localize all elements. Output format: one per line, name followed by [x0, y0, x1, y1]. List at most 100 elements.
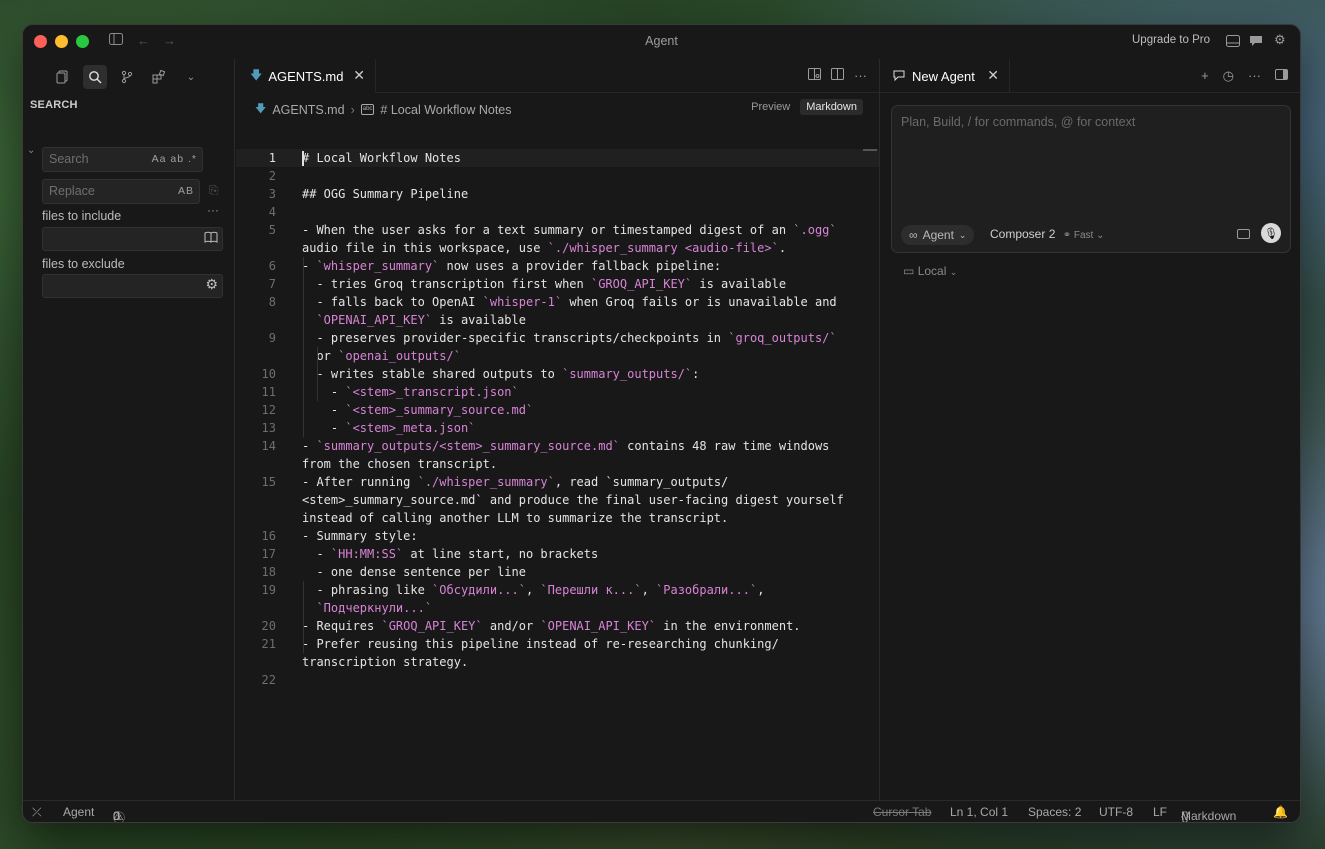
indent-guide: [303, 257, 304, 437]
line-number: 8: [268, 295, 276, 309]
history-clock-icon[interactable]: ◷: [1223, 68, 1234, 84]
extensions-icon[interactable]: [147, 65, 171, 89]
line-number: 18: [261, 565, 276, 579]
line-number: 16: [261, 529, 276, 543]
microphone-icon[interactable]: 🎙: [1261, 223, 1281, 243]
code-line[interactable]: - `<stem>_transcript.json`: [302, 383, 519, 401]
code-line[interactable]: # Local Workflow Notes: [302, 149, 461, 167]
code-line[interactable]: ## OGG Summary Pipeline: [302, 185, 468, 203]
code-line[interactable]: - preserves provider-specific transcript…: [302, 329, 836, 365]
breadcrumb-heading[interactable]: # Local Workflow Notes: [380, 103, 511, 117]
code-line[interactable]: - Prefer reusing this pipeline instead o…: [302, 635, 779, 671]
agent-mode-dropdown[interactable]: ∞ Agent ⌄: [901, 225, 975, 245]
line-number: 21: [261, 637, 276, 651]
tab-new-agent[interactable]: New Agent ✕: [880, 59, 1010, 93]
files-to-exclude-input[interactable]: ⚙: [42, 274, 223, 298]
markdown-button[interactable]: Markdown: [800, 99, 863, 115]
line-number: 14: [261, 439, 276, 453]
code-line[interactable]: - one dense sentence per line: [302, 563, 526, 581]
replace-placeholder: Replace: [49, 184, 95, 198]
eol-status[interactable]: LF: [1153, 805, 1167, 819]
settings-gear-icon[interactable]: ⚙: [1274, 32, 1288, 47]
explorer-files-icon[interactable]: [51, 65, 75, 89]
code-line[interactable]: - `HH:MM:SS` at line start, no brackets: [302, 545, 598, 563]
chat-icon[interactable]: [1249, 34, 1263, 46]
indentation-status[interactable]: Spaces: 2: [1028, 805, 1081, 819]
code-line[interactable]: - After running `./whisper_summary`, rea…: [302, 473, 844, 527]
line-number: 15: [261, 475, 276, 489]
tab-agents-md[interactable]: 🡇 AGENTS.md ✕: [236, 59, 376, 93]
remote-indicator-icon[interactable]: ⤫: [32, 805, 42, 820]
code-line[interactable]: - Summary style:: [302, 527, 418, 545]
scroll-indicator: [863, 149, 877, 151]
attach-image-icon[interactable]: [1237, 229, 1250, 239]
panel-layout-icon[interactable]: [1226, 34, 1240, 47]
code-line[interactable]: - `<stem>_meta.json`: [302, 419, 476, 437]
code-line[interactable]: - writes stable shared outputs to `summa…: [302, 365, 699, 383]
line-number: 1: [268, 151, 276, 165]
source-control-icon[interactable]: [115, 65, 139, 89]
model-name: Composer 2: [990, 227, 1056, 241]
more-actions-icon[interactable]: ···: [1248, 68, 1261, 84]
code-line[interactable]: - tries Groq transcription first when `G…: [302, 275, 786, 293]
close-tab-icon[interactable]: ✕: [353, 67, 365, 84]
upgrade-to-pro-button[interactable]: Upgrade to Pro: [1132, 34, 1210, 46]
line-number: 22: [261, 673, 276, 687]
split-editor-icon[interactable]: [831, 68, 844, 83]
warning-count: 0: [113, 809, 120, 823]
code-line[interactable]: - falls back to OpenAI `whisper-1` when …: [302, 293, 836, 329]
location-label: Local: [917, 264, 947, 278]
code-line[interactable]: - Requires `GROQ_API_KEY` and/or `OPENAI…: [302, 617, 801, 635]
files-to-exclude-label: files to exclude: [42, 257, 125, 271]
preserve-case-option[interactable]: AB: [178, 185, 194, 197]
code-line[interactable]: - phrasing like `Обсудили...`, `Перешли …: [302, 581, 764, 617]
laptop-icon: ▭: [903, 264, 915, 278]
close-agent-tab-icon[interactable]: ✕: [987, 67, 999, 84]
chevron-down-icon[interactable]: ⌄: [179, 65, 203, 89]
status-agent[interactable]: Agent: [63, 805, 94, 819]
line-number: 12: [261, 403, 276, 417]
line-number: 11: [261, 385, 276, 399]
code-line[interactable]: - `whisper_summary` now uses a provider …: [302, 257, 721, 275]
toggle-replace-chevron-icon[interactable]: ⌄: [27, 145, 35, 156]
line-number: 17: [261, 547, 276, 561]
line-number: 7: [268, 277, 276, 291]
prompt-placeholder: Plan, Build, / for commands, @ for conte…: [901, 115, 1136, 129]
agent-actions: + ◷ ···: [1201, 68, 1288, 84]
code-line[interactable]: - `summary_outputs/<stem>_summary_source…: [302, 437, 829, 473]
search-input[interactable]: Search Aa ab .*: [42, 147, 203, 172]
open-preview-icon[interactable]: [808, 68, 821, 83]
chevron-down-icon: ⌄: [949, 267, 958, 277]
files-to-include-input[interactable]: [42, 227, 223, 251]
agent-panel: New Agent ✕ + ◷ ··· Plan, Build, / for c…: [880, 59, 1300, 800]
replace-all-icon[interactable]: ⎘: [209, 183, 219, 198]
search-options[interactable]: Aa ab .*: [152, 153, 197, 165]
model-selector[interactable]: Composer 2 ⚭ Fast ⌄: [990, 227, 1105, 241]
code-line[interactable]: - `<stem>_summary_source.md`: [302, 401, 533, 419]
heading-symbol-icon: abc: [360, 104, 375, 115]
exclude-settings-gear-icon[interactable]: ⚙: [205, 276, 218, 293]
line-number: 19: [261, 583, 276, 597]
search-sidebar: ⌄ SEARCH ⌄ Search Aa ab .* Replace AB ⎘ …: [23, 59, 235, 800]
agent-prompt-box[interactable]: Plan, Build, / for commands, @ for conte…: [891, 105, 1291, 253]
encoding-status[interactable]: UTF-8: [1099, 805, 1133, 819]
cursor-tab-status[interactable]: Cursor Tab: [873, 805, 931, 819]
more-actions-icon[interactable]: ···: [854, 68, 867, 83]
notifications-bell-icon[interactable]: 🔔: [1273, 805, 1288, 819]
text-caret: [302, 151, 304, 166]
replace-input[interactable]: Replace AB: [42, 179, 200, 204]
location-selector[interactable]: ▭ Local ⌄: [903, 264, 957, 278]
plus-icon[interactable]: +: [1201, 68, 1209, 84]
markdown-file-icon: 🡇: [250, 67, 263, 82]
code-line[interactable]: - When the user asks for a text summary …: [302, 221, 837, 257]
search-icon[interactable]: [83, 65, 107, 89]
cursor-position[interactable]: Ln 1, Col 1: [950, 805, 1008, 819]
open-book-icon[interactable]: [204, 231, 218, 246]
speed-value: Fast: [1073, 230, 1094, 241]
breadcrumb-file[interactable]: AGENTS.md: [272, 103, 344, 117]
preview-button[interactable]: Preview: [745, 99, 796, 115]
agent-tabbar: New Agent ✕ + ◷ ···: [880, 59, 1300, 93]
chevron-down-icon: ⌄: [958, 229, 967, 240]
more-options-icon[interactable]: ···: [207, 203, 219, 217]
toggle-panel-icon[interactable]: [1275, 68, 1288, 84]
